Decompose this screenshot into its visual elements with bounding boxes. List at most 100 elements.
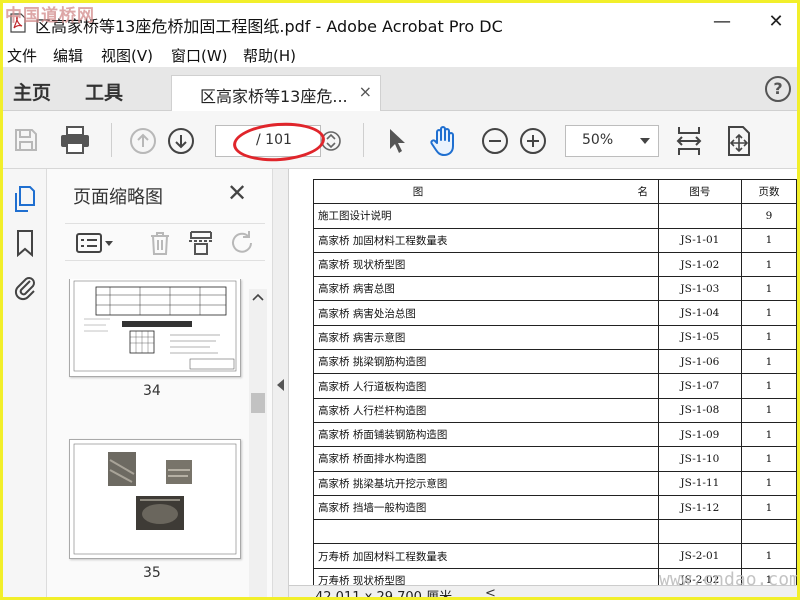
document-page: 图名 图号 页数 施工图设计说明 9 高家桥 加固材料工程数量表 JS-1-01 1 高家… [289, 169, 797, 594]
tab-bar: 主页 工具 区高家桥等13座危... × ? [3, 67, 797, 111]
row-name-cell: 高家桥 挑梁基坑开挖示意图 [313, 470, 659, 496]
header-pages: 页数 [740, 178, 797, 205]
table-row: 高家桥 挑梁基坑开挖示意图 JS-1-11 1 [313, 470, 797, 496]
print-icon[interactable] [59, 125, 91, 155]
row-code-cell: JS-1-11 [657, 470, 742, 496]
tab-home[interactable]: 主页 [13, 78, 51, 105]
page-dimensions: 42.011 x 29.700 厘米 [315, 586, 452, 597]
row-pages-cell: 9 [740, 203, 797, 229]
thumbnails-panel: 页面缩略图 ✕ 34 35 [47, 169, 273, 597]
row-pages-cell: 1 [740, 397, 797, 423]
row-pages-cell: 1 [740, 543, 797, 569]
row-pages-cell: 1 [740, 446, 797, 472]
row-name-cell: 高家桥 加固材料工程数量表 [313, 227, 659, 253]
title-bar: 区高家桥等13座危桥加固工程图纸.pdf - Adobe Acrobat Pro… [3, 3, 797, 41]
row-name-cell: 高家桥 桥面排水构造图 [313, 446, 659, 472]
help-button[interactable]: ? [765, 76, 791, 102]
scroll-left-button[interactable]: < [485, 586, 496, 597]
menu-view[interactable]: 视图(V) [101, 45, 153, 66]
close-panel-button[interactable]: ✕ [227, 179, 247, 207]
row-name-cell: 施工图设计说明 [313, 203, 659, 229]
thumbnail-scrollbar[interactable] [249, 289, 267, 597]
zoom-out-icon[interactable] [481, 127, 509, 155]
watermark-url: www.cndao.com [659, 569, 797, 590]
tab-tools[interactable]: 工具 [85, 78, 123, 105]
row-code-cell: JS-1-05 [657, 324, 742, 351]
menu-file[interactable]: 文件 [7, 45, 37, 66]
menu-bar: 文件 编辑 视图(V) 窗口(W) 帮助(H) [3, 41, 797, 67]
table-row: 高家桥 人行道板构造图 JS-1-07 1 [313, 373, 797, 399]
row-pages-cell: 1 [740, 421, 797, 448]
row-pages-cell: 1 [740, 494, 797, 521]
row-pages-cell: 1 [740, 470, 797, 496]
fit-width-icon[interactable] [675, 123, 703, 159]
scrollbar-thumb[interactable] [251, 393, 265, 413]
table-row: 高家桥 病害示意图 JS-1-05 1 [313, 324, 797, 351]
zoom-in-icon[interactable] [519, 127, 547, 155]
thumbnail-page-34[interactable] [69, 279, 241, 377]
row-name-cell: 高家桥 桥面铺装钢筋构造图 [313, 421, 659, 448]
row-name-cell [313, 519, 659, 545]
close-tab-button[interactable]: × [359, 82, 372, 101]
row-pages-cell: 1 [740, 227, 797, 253]
row-code-cell: JS-1-01 [657, 227, 742, 253]
zoom-dropdown[interactable]: 50% [565, 125, 659, 157]
table-row: 高家桥 病害处治总图 JS-1-04 1 [313, 300, 797, 326]
toolbar-separator [111, 123, 112, 157]
page-down-icon[interactable] [167, 127, 195, 155]
row-name-cell: 高家桥 挑梁钢筋构造图 [313, 349, 659, 375]
row-code-cell: JS-1-08 [657, 397, 742, 423]
acrobat-window: 区高家桥等13座危桥加固工程图纸.pdf - Adobe Acrobat Pro… [3, 3, 797, 597]
full-screen-icon[interactable] [725, 125, 753, 157]
toolbar-separator [363, 123, 364, 157]
toolbar: / 101 50% [3, 111, 797, 169]
row-pages-cell: 1 [740, 324, 797, 351]
row-code-cell: JS-1-09 [657, 421, 742, 448]
row-code-cell: JS-1-12 [657, 494, 742, 521]
row-code-cell: JS-1-10 [657, 446, 742, 472]
table-row: 高家桥 病害总图 JS-1-03 1 [313, 276, 797, 302]
thumbnail-page-35[interactable] [69, 439, 241, 559]
table-row [313, 519, 797, 545]
row-code-cell: JS-1-02 [657, 251, 742, 278]
hand-tool-icon[interactable] [429, 125, 459, 157]
document-view[interactable]: 图名 图号 页数 施工图设计说明 9 高家桥 加固材料工程数量表 JS-1-01 1 高家… [289, 169, 797, 597]
trash-icon[interactable] [147, 230, 173, 256]
chevron-down-icon [640, 138, 650, 144]
page-thumbnails-icon[interactable] [12, 185, 38, 213]
attachment-icon[interactable] [12, 273, 38, 301]
thumbnail-list: 34 35 [47, 279, 261, 597]
panel-collapse-handle[interactable] [273, 169, 289, 597]
menu-window[interactable]: 窗口(W) [171, 45, 228, 66]
row-name-cell: 高家桥 现状桥型图 [313, 251, 659, 278]
thumbnail-drawing [73, 280, 237, 372]
insert-page-icon[interactable] [187, 230, 215, 256]
menu-help[interactable]: 帮助(H) [243, 45, 296, 66]
window-title: 区高家桥等13座危桥加固工程图纸.pdf - Adobe Acrobat Pro… [35, 17, 503, 36]
row-code-cell [657, 203, 742, 229]
close-window-button[interactable]: ✕ [763, 9, 789, 35]
row-code-cell: JS-1-06 [657, 349, 742, 375]
document-tab-label: 区高家桥等13座危... [200, 87, 348, 106]
select-arrow-icon[interactable] [387, 127, 409, 155]
row-name-cell: 高家桥 人行栏杆构造图 [313, 397, 659, 423]
minimize-button[interactable]: — [709, 9, 735, 35]
menu-edit[interactable]: 编辑 [53, 45, 83, 66]
row-name-cell: 高家桥 病害示意图 [313, 324, 659, 351]
thumbnails-title: 页面缩略图 [73, 187, 163, 208]
bookmark-icon[interactable] [12, 229, 38, 257]
row-code-cell: JS-1-04 [657, 300, 742, 326]
options-menu-icon[interactable] [75, 232, 115, 254]
chevron-up-icon[interactable] [252, 293, 264, 301]
row-name-cell: 高家桥 病害总图 [313, 276, 659, 302]
tab-document[interactable]: 区高家桥等13座危... × [171, 75, 381, 111]
page-up-icon[interactable] [129, 127, 157, 155]
table-header-row: 图名 图号 页数 [313, 178, 797, 205]
rotate-icon[interactable] [229, 230, 257, 256]
table-row: 高家桥 挑梁钢筋构造图 JS-1-06 1 [313, 349, 797, 375]
table-row: 高家桥 现状桥型图 JS-1-02 1 [313, 251, 797, 278]
table-row: 施工图设计说明 9 [313, 203, 797, 229]
table-row: 高家桥 桥面排水构造图 JS-1-10 1 [313, 446, 797, 472]
save-icon[interactable] [13, 127, 39, 153]
table-row: 高家桥 人行栏杆构造图 JS-1-08 1 [313, 397, 797, 423]
